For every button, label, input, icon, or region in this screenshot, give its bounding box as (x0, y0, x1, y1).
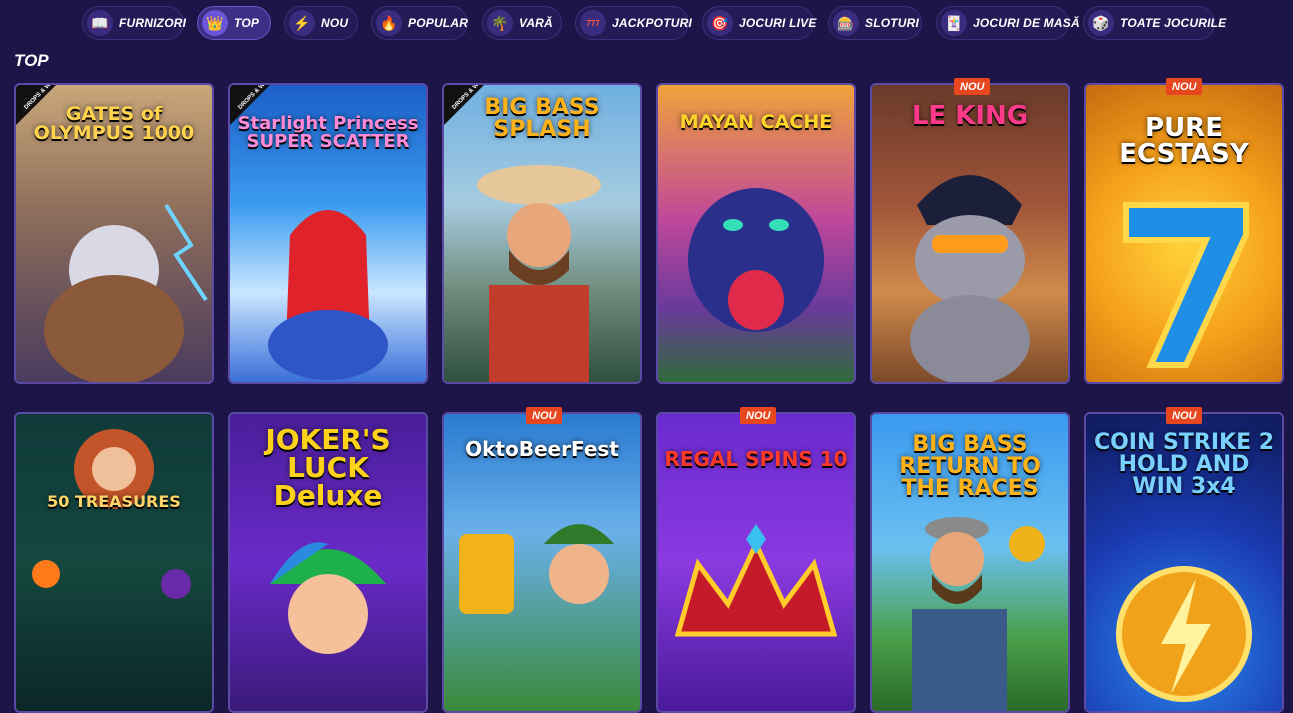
nav-chip-jocuri-de-masa[interactable]: 🃏 JOCURI DE MASĂ (936, 6, 1080, 40)
lightning-icon: ⚡ (289, 10, 315, 36)
nav-chip-label: SLOTURI (865, 16, 920, 30)
nav-chip-toate-jocurile[interactable]: 🎲 TOATE JOCURILE (1083, 6, 1226, 40)
game-title: PURE ECSTASY (1119, 113, 1249, 169)
slot-machine-icon: 🎰 (833, 10, 859, 36)
game-title: GATES of OLYMPUS 1000 (33, 103, 195, 144)
game-card-mayan-cache[interactable]: MAYAN CACHE (656, 83, 856, 384)
book-icon: 📖 (87, 10, 113, 36)
nav-chip-popular[interactable]: 🔥 POPULAR (371, 6, 468, 40)
cards-icon: 🃏 (941, 10, 967, 36)
game-card-regal-spins-10[interactable]: NOU REGAL SPINS 10 (656, 407, 856, 713)
game-card-jokers-luck[interactable]: JOKER'S LUCK Deluxe (228, 412, 428, 713)
game-title: BIG BASS SPLASH (484, 95, 600, 142)
nav-chip-label: NOU (321, 16, 349, 30)
dice-icon: 🎲 (1088, 10, 1114, 36)
game-card-coin-strike-2[interactable]: NOU COIN STRIKE 2 HOLD AND WIN 3x4 (1084, 407, 1284, 713)
crown-icon: 👑 (202, 10, 228, 36)
new-badge: NOU (1166, 78, 1203, 95)
new-badge: NOU (1166, 407, 1203, 424)
game-title: Starlight Princess SUPER SCATTER (237, 113, 419, 152)
nav-chip-label: JOCURI DE MASĂ (973, 16, 1080, 30)
game-title: MAYAN CACHE (679, 111, 833, 133)
game-title: LE KING (911, 101, 1029, 131)
game-card-big-bass-splash[interactable]: DROPS & WINS BIG BASS SPLASH (442, 83, 642, 384)
palm-tree-icon: 🌴 (487, 10, 513, 36)
game-title: COIN STRIKE 2 HOLD AND WIN 3x4 (1093, 430, 1275, 499)
game-card-50-treasures[interactable]: 50 TREASURES (14, 412, 214, 713)
nav-chip-jocuri-live[interactable]: 🎯 JOCURI LIVE (702, 6, 817, 40)
game-title: 50 TREASURES (47, 492, 181, 511)
game-title: REGAL SPINS 10 (664, 447, 848, 471)
nav-chip-label: JOCURI LIVE (739, 16, 817, 30)
game-card-starlight-princess[interactable]: DROPS & WINS Starlight Princess SUPER SC… (228, 83, 428, 384)
nav-chip-label: FURNIZORI (119, 16, 187, 30)
new-badge: NOU (740, 407, 777, 424)
game-card-big-bass-return[interactable]: BIG BASS RETURN TO THE RACES (870, 412, 1070, 713)
roulette-icon: 🎯 (707, 10, 733, 36)
games-grid: DROPS & WINS GATES of OLYMPUS 1000 DROPS… (14, 78, 1284, 713)
nav-chip-furnizori[interactable]: 📖 FURNIZORI (82, 6, 187, 40)
nav-chip-label: VARĂ (519, 16, 553, 30)
game-title: JOKER'S LUCK Deluxe (265, 423, 391, 512)
torch-icon: 🔥 (376, 10, 402, 36)
game-thumbnail (16, 414, 212, 711)
jackpot-777-icon: 777 (580, 10, 606, 36)
nav-chip-vara[interactable]: 🌴 VARĂ (482, 6, 562, 40)
game-card-gates-of-olympus[interactable]: DROPS & WINS GATES of OLYMPUS 1000 (14, 83, 214, 384)
nav-chip-label: JACKPOTURI (612, 16, 693, 30)
game-card-pure-ecstasy[interactable]: NOU PURE ECSTASY (1084, 78, 1284, 384)
game-title: OktoBeerFest (465, 437, 619, 461)
game-title: BIG BASS RETURN TO THE RACES (899, 432, 1041, 501)
new-badge: NOU (526, 407, 563, 424)
game-card-le-king[interactable]: NOU LE KING (870, 78, 1070, 384)
nav-chip-nou[interactable]: ⚡ NOU (284, 6, 358, 40)
section-title: TOP (14, 51, 49, 70)
nav-chip-sloturi[interactable]: 🎰 SLOTURI (828, 6, 922, 40)
nav-chip-jackpoturi[interactable]: 777 JACKPOTURI (575, 6, 693, 40)
nav-chip-top[interactable]: 👑 TOP (197, 6, 271, 40)
new-badge: NOU (954, 78, 991, 95)
game-card-oktobeerfest[interactable]: NOU OktoBeerFest (442, 407, 642, 713)
category-nav: 📖 FURNIZORI 👑 TOP ⚡ NOU 🔥 POPULAR 🌴 VARĂ… (0, 6, 1293, 42)
nav-chip-label: TOATE JOCURILE (1120, 16, 1227, 30)
nav-chip-label: TOP (234, 16, 260, 30)
treasure-illustration (32, 429, 191, 599)
nav-chip-label: POPULAR (408, 16, 469, 30)
